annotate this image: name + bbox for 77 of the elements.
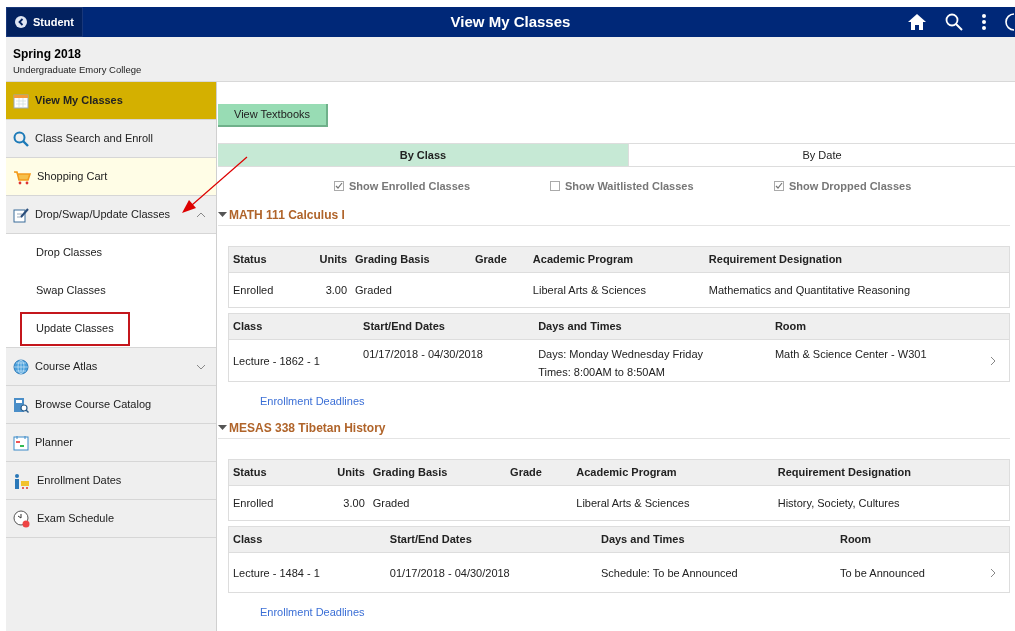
table-cell: 3.00 [325, 283, 348, 296]
sidebar-item[interactable]: View My Classes [6, 82, 216, 120]
column-header: Requirement Designation [773, 459, 1010, 486]
checkbox-label: Show Enrolled Classes [349, 178, 471, 194]
tab[interactable]: By Class [218, 144, 628, 166]
column-header: Requirement Designation [704, 246, 1010, 273]
expand-chevron-icon [196, 363, 206, 370]
column-header: Room [835, 526, 990, 553]
column-header: Grading Basis [351, 246, 472, 273]
edit-icon [13, 206, 29, 223]
career-name: Undergraduate Emory College [13, 63, 143, 77]
table-cell: Enrolled [233, 496, 274, 509]
back-button[interactable]: Student [6, 7, 83, 37]
page-title: View My Classes [449, 11, 572, 32]
calendar-icon [13, 92, 29, 109]
table-cell-text: Lecture - 1484 - 1 [233, 565, 321, 581]
column-header: Room [770, 313, 990, 340]
table-cell-text: Lecture - 1862 - 1 [233, 353, 321, 369]
column-header: Status [228, 246, 300, 273]
chevron-right-icon[interactable] [989, 355, 996, 366]
more-icon[interactable] [981, 13, 987, 31]
column-header: Grading Basis [368, 459, 507, 486]
sidebar-item[interactable]: Shopping Cart [6, 158, 216, 196]
column-header: Academic Program [528, 246, 705, 273]
column-header: Class [228, 313, 360, 340]
checkbox[interactable] [774, 181, 784, 191]
column-header: Grade [471, 246, 529, 273]
chevron-right-icon[interactable] [989, 567, 996, 578]
course-title[interactable]: MATH 111 Calculus I [229, 206, 345, 224]
clock-icon [13, 509, 31, 528]
enrollment-deadlines-link[interactable]: Enrollment Deadlines [260, 395, 365, 407]
catalog-icon [13, 396, 29, 413]
collapse-triangle-icon[interactable] [218, 212, 227, 218]
table-cell: Graded [372, 496, 410, 509]
table-cell: History, Society, Cultures [777, 496, 900, 509]
checkbox[interactable] [334, 181, 344, 191]
back-icon [15, 16, 27, 28]
column-header: Start/End Dates [359, 313, 535, 340]
column-header: Start/End Dates [385, 526, 597, 553]
table-cell-text: Days: Monday Wednesday Friday [538, 347, 705, 362]
table-cell-text: To be Announced [839, 565, 926, 581]
table-cell-text: Schedule: To be Announced [600, 565, 739, 581]
table-cell-text: Times: 8:00AM to 8:50AM [538, 365, 666, 380]
enrollment-deadlines-link[interactable]: Enrollment Deadlines [260, 606, 365, 618]
column-header: Academic Program [572, 459, 774, 486]
column-header: Grade [506, 459, 573, 486]
planner-icon [13, 434, 29, 451]
cart-icon [13, 168, 31, 185]
column-header: Units [299, 246, 352, 273]
view-textbooks-button[interactable]: View Textbooks [218, 103, 329, 127]
home-icon[interactable] [907, 13, 927, 31]
table-cell: Mathematics and Quantitative Reasoning [708, 283, 910, 296]
checkbox[interactable] [550, 181, 560, 191]
course-title[interactable]: MESAS 338 Tibetan History [229, 419, 386, 437]
table-cell-text: 01/17/2018 - 04/30/2018 [389, 565, 511, 581]
column-header: Days and Times [534, 313, 771, 340]
table-cell: Graded [355, 283, 392, 296]
submenu-item[interactable]: Update Classes [20, 311, 130, 346]
table-cell: Enrolled [233, 283, 274, 296]
column-header: Status [228, 459, 310, 486]
term-name: Spring 2018 [13, 46, 83, 63]
column-header: Class [228, 526, 386, 553]
globe-icon [13, 358, 29, 375]
checkbox-label: Show Dropped Classes [789, 178, 912, 194]
person-icon [13, 472, 31, 489]
table-cell-text: Math & Science Center - W301 [774, 347, 928, 362]
table-cell-text: 01/17/2018 - 04/30/2018 [363, 347, 484, 362]
search-icon[interactable] [945, 13, 963, 31]
column-header: Units [309, 459, 369, 486]
column-header: Days and Times [596, 526, 836, 553]
collapse-chevron-icon [196, 211, 206, 218]
table-cell: Liberal Arts & Sciences [532, 283, 646, 296]
collapse-triangle-icon[interactable] [218, 425, 227, 431]
table-cell: Liberal Arts & Sciences [576, 496, 690, 509]
table-cell: 3.00 [343, 496, 365, 509]
search-icon [13, 130, 29, 147]
checkbox-label: Show Waitlisted Classes [565, 178, 694, 194]
